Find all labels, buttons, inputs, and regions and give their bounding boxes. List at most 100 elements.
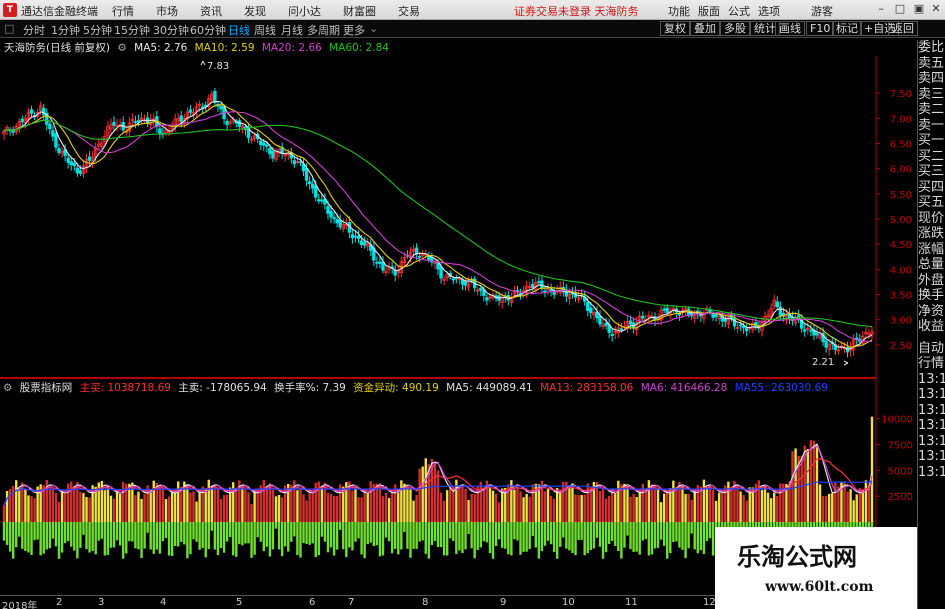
kline-chart[interactable]: 7.50 7.00 6.50 6.00 5.50 5.00 4.50 4.00 3.50 3.00…	[0, 38, 917, 595]
volume-bar	[800, 455, 803, 522]
volume-bar	[241, 486, 244, 522]
volume-tick-label: 7500	[888, 441, 913, 452]
panel-toggle-icon[interactable]: □	[4, 22, 14, 35]
tab-1min[interactable]: 1分钟	[51, 22, 80, 38]
candle-body	[552, 291, 556, 295]
tab-multi-period[interactable]: 多周期	[307, 22, 340, 38]
volume-bar	[549, 495, 553, 522]
sell-volume-bar	[653, 522, 657, 549]
quote-field-label: 卖一	[918, 117, 945, 133]
volume-bar	[647, 480, 651, 522]
sell-volume-bar	[681, 522, 684, 550]
sell-volume-bar	[360, 522, 363, 555]
mark-button[interactable]: 标记	[832, 21, 862, 36]
low-arrow-icon	[843, 360, 849, 366]
sell-volume-bar	[143, 522, 146, 549]
volume-bar	[607, 495, 611, 522]
sell-volume-bar	[647, 522, 651, 556]
settings-icon[interactable]: ⚙	[3, 382, 12, 394]
back-button[interactable]: 返回	[888, 21, 918, 36]
volume-bar	[870, 416, 874, 522]
menu-formula[interactable]: 公式	[728, 3, 750, 19]
volume-bar	[656, 488, 660, 522]
multi-stock-button[interactable]: 多股	[720, 21, 750, 36]
period-toolbar: □ 分时 1分钟 5分钟 15分钟 30分钟 60分钟 日线 周线 月线 多周期…	[0, 20, 945, 38]
sell-volume-bar	[555, 522, 559, 559]
sell-volume-bar	[33, 522, 36, 541]
sell-volume-bar	[693, 522, 696, 550]
overlay-button[interactable]: 叠加	[690, 21, 720, 36]
sell-volume-bar	[329, 522, 333, 548]
candle-body	[463, 281, 468, 286]
adjust-button[interactable]: 复权	[660, 21, 690, 36]
user-label[interactable]: 游客	[811, 3, 833, 19]
menu-trade[interactable]: 交易	[398, 3, 420, 19]
volume-bar	[406, 487, 409, 522]
candle-body	[326, 206, 330, 214]
menu-quotes[interactable]: 行情	[112, 3, 134, 19]
sell-volume-bar	[100, 522, 104, 539]
sell-volume-bar	[669, 522, 672, 554]
quote-field-label: 自动	[918, 340, 945, 356]
tab-30min[interactable]: 30分钟	[153, 22, 189, 38]
sell-volume-bar	[577, 522, 580, 540]
menu-market[interactable]: 市场	[156, 3, 178, 19]
volume-bar	[497, 502, 501, 522]
menu-xiaoda[interactable]: 问小达	[288, 3, 321, 19]
sell-volume-bar	[699, 522, 703, 551]
minimize-icon[interactable]: –	[874, 2, 888, 16]
candle-body	[158, 128, 162, 135]
sell-volume-bar	[424, 522, 427, 554]
candle-body	[329, 210, 333, 218]
f10-button[interactable]: F10	[806, 21, 835, 36]
sell-volume-bar	[687, 522, 690, 549]
menu-wealth[interactable]: 财富圈	[343, 3, 376, 19]
volume-bar	[791, 451, 794, 522]
tab-15min[interactable]: 15分钟	[114, 22, 150, 38]
settings-icon[interactable]: ⚙	[117, 42, 126, 54]
tab-more[interactable]: 更多	[343, 22, 365, 38]
candle-body	[353, 235, 358, 238]
tab-monthly[interactable]: 月线	[281, 22, 303, 38]
candle-body	[815, 332, 819, 336]
ma5-line	[3, 100, 873, 350]
sell-volume-bar	[372, 522, 376, 547]
draw-line-button[interactable]: 画线	[775, 21, 805, 36]
tab-intraday[interactable]: 分时	[23, 22, 45, 38]
menu-function[interactable]: 功能	[668, 3, 690, 19]
candle-body	[259, 140, 263, 145]
price-tick-label: 5.00	[890, 215, 912, 226]
volume-bar	[173, 490, 177, 522]
sell-volume-bar	[302, 522, 305, 543]
volume-bar	[400, 480, 403, 522]
sell-volume-bar	[690, 522, 693, 534]
volume-bar	[302, 494, 305, 522]
volume-bar	[27, 495, 30, 522]
panel-divider[interactable]	[0, 377, 876, 379]
sell-volume-bar	[546, 522, 550, 541]
sell-volume-bar	[216, 522, 220, 556]
tab-5min[interactable]: 5分钟	[83, 22, 112, 38]
restore-icon[interactable]: ▣	[912, 2, 926, 16]
candle-body	[48, 123, 52, 130]
quote-field-label: 13:12	[918, 418, 945, 433]
tab-weekly[interactable]: 周线	[254, 22, 276, 38]
indicator-info-bar: ⚙ 股票指标网 主买: 1038718.69 主卖: -178065.94 换手…	[0, 380, 876, 394]
menu-news[interactable]: 资讯	[200, 3, 222, 19]
menu-layout[interactable]: 版面	[698, 3, 720, 19]
volume-bar	[118, 493, 122, 522]
chevron-down-icon[interactable]: ⌄	[369, 22, 378, 35]
volume-bar	[397, 489, 400, 522]
volume-bar	[30, 496, 33, 522]
tab-60min[interactable]: 60分钟	[190, 22, 226, 38]
sell-volume-bar	[626, 522, 629, 536]
menu-options[interactable]: 选项	[758, 3, 780, 19]
close-icon[interactable]: ✕	[929, 2, 943, 16]
tab-daily[interactable]: 日线	[228, 22, 250, 38]
volume-bar	[390, 492, 394, 522]
menu-discover[interactable]: 发现	[244, 3, 266, 19]
maximize-icon[interactable]: □	[893, 2, 907, 16]
sell-volume-bar	[63, 522, 67, 544]
sell-volume-bar	[574, 522, 577, 556]
volume-bar	[360, 497, 363, 522]
